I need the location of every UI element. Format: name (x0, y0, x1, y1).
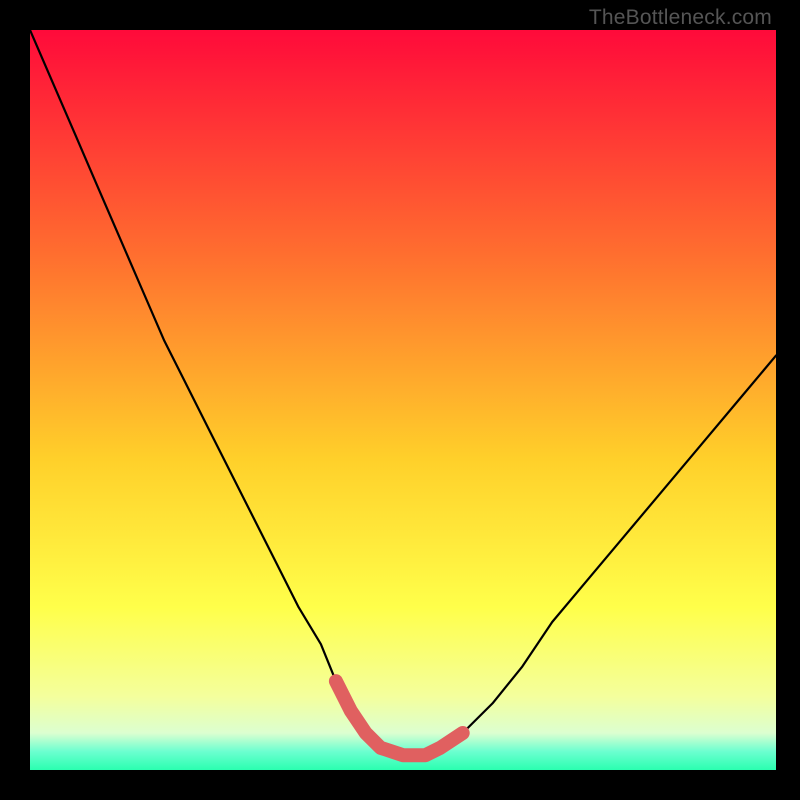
sweet-spot-marker (336, 681, 463, 755)
watermark-text: TheBottleneck.com (589, 6, 772, 30)
curve-layer (30, 30, 776, 770)
chart-container: TheBottleneck.com (0, 0, 800, 800)
bottleneck-curve (30, 30, 776, 755)
plot-area (30, 30, 776, 770)
